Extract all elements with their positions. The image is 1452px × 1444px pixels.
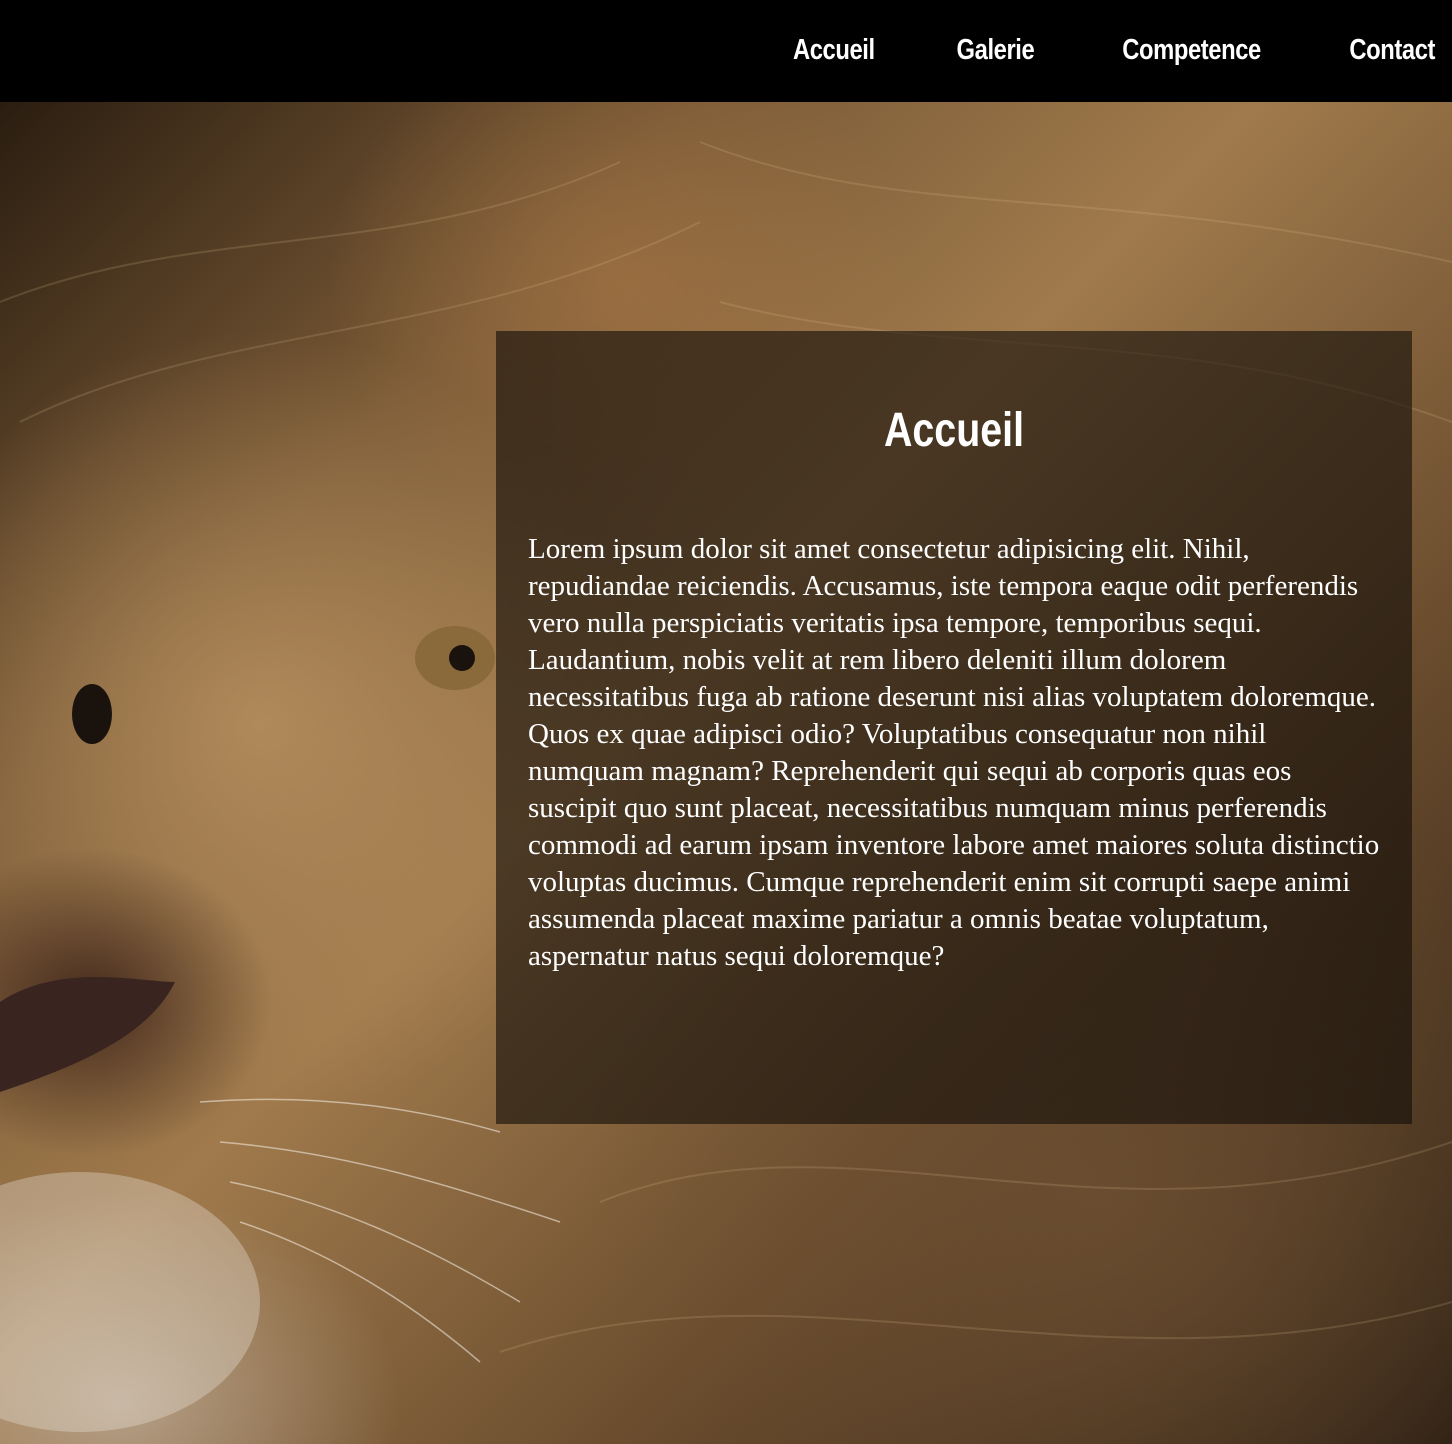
lion-nose [0,977,175,1092]
top-navigation-bar: Accueil Galerie Competence Contact [0,0,1452,102]
nav-link-accueil[interactable]: Accueil [793,34,875,67]
nav-link-galerie[interactable]: Galerie [956,34,1034,67]
nav-link-competence[interactable]: Competence [1122,34,1261,67]
intro-paragraph: Lorem ipsum dolor sit amet consectetur a… [528,533,1380,972]
page-title: Accueil [883,404,1025,457]
lion-eye-left [72,684,112,744]
content-panel: Accueil Lorem ipsum dolor sit amet conse… [496,331,1412,1124]
main-nav: Accueil Galerie Competence Contact [784,0,1444,100]
nav-link-contact[interactable]: Contact [1349,34,1435,67]
